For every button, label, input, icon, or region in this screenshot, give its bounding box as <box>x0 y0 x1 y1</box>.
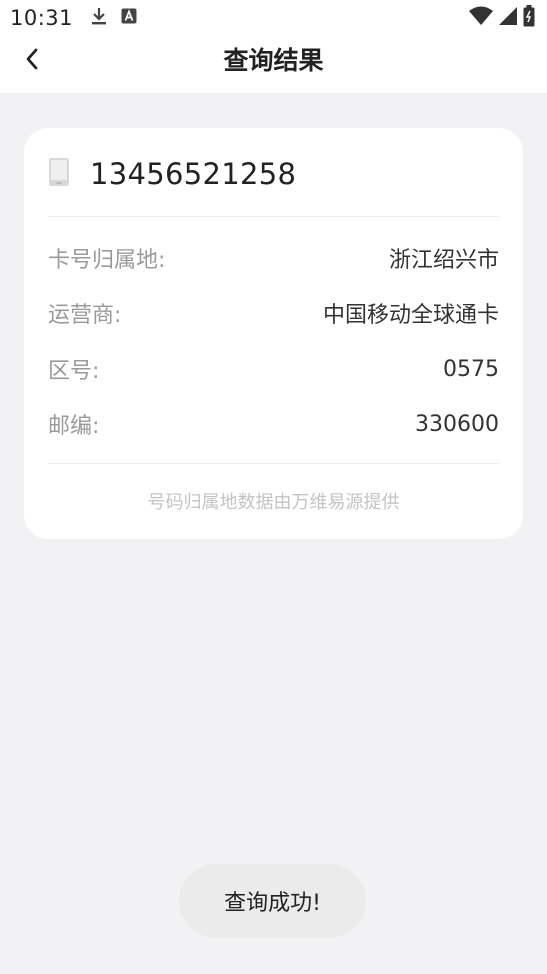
area-code-value: 0575 <box>443 356 499 382</box>
carrier-label: 运营商: <box>48 303 122 328</box>
result-card: 13456521258 卡号归属地: 浙江绍兴市 运营商: 中国移动全球通卡 区… <box>24 128 523 539</box>
location-label: 卡号归属地: <box>48 248 166 273</box>
info-row-postcode: 邮编: 330600 <box>48 407 499 441</box>
info-row-area-code: 区号: 0575 <box>48 352 499 386</box>
mobile-phone-icon <box>48 157 70 191</box>
card-divider-top <box>48 216 499 217</box>
top-bar: 10:31 查询结果 <box>0 0 547 93</box>
toast-message: 查询成功! <box>179 864 366 938</box>
a-notification-icon <box>121 8 137 28</box>
status-right-icons <box>469 5 535 31</box>
phone-header: 13456521258 <box>48 156 499 192</box>
battery-icon <box>523 5 535 31</box>
back-button[interactable] <box>14 44 50 78</box>
postcode-label: 邮编: <box>48 414 100 439</box>
status-left-icons <box>91 6 137 30</box>
nav-bar: 查询结果 <box>0 36 547 86</box>
info-row-location: 卡号归属地: 浙江绍兴市 <box>48 241 499 275</box>
area-code-label: 区号: <box>48 359 100 384</box>
info-row-carrier: 运营商: 中国移动全球通卡 <box>48 296 499 330</box>
page-title: 查询结果 <box>223 46 324 75</box>
data-source-note: 号码归属地数据由万维易源提供 <box>147 492 400 513</box>
signal-icon <box>499 6 517 30</box>
postcode-value: 330600 <box>415 411 499 437</box>
location-value: 浙江绍兴市 <box>388 248 499 273</box>
card-divider-bottom <box>48 463 499 464</box>
status-bar: 10:31 <box>0 0 547 36</box>
chevron-left-icon <box>25 48 39 74</box>
download-icon <box>91 6 107 30</box>
carrier-value: 中国移动全球通卡 <box>322 303 499 328</box>
wifi-icon <box>469 6 493 30</box>
phone-number: 13456521258 <box>90 157 297 191</box>
status-time: 10:31 <box>10 6 74 30</box>
